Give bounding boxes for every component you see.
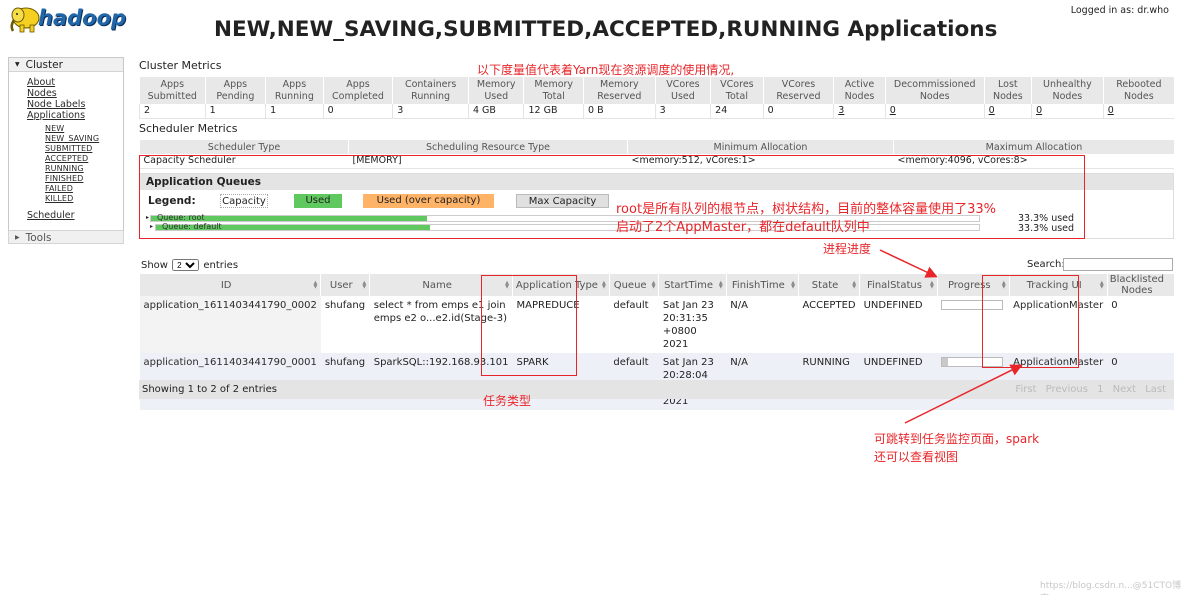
annotation-arrows xyxy=(879,249,1023,424)
arrow-progress xyxy=(879,249,938,278)
arrow-tracking xyxy=(904,364,1023,424)
watermark: https://blog.csdn.n...@51CTO博客 xyxy=(1040,581,1182,595)
